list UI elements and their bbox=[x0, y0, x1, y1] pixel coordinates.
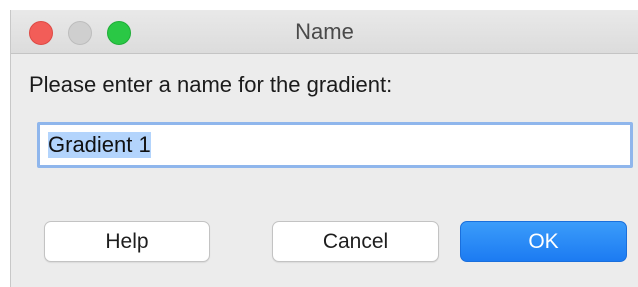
cancel-button[interactable]: Cancel bbox=[272, 221, 439, 262]
ok-button[interactable]: OK bbox=[460, 221, 627, 262]
name-dialog-window: Name Please enter a name for the gradien… bbox=[10, 10, 638, 287]
name-prompt-label: Please enter a name for the gradient: bbox=[29, 72, 393, 97]
title-bar: Name bbox=[11, 10, 638, 54]
gradient-name-input[interactable] bbox=[37, 122, 633, 168]
help-button[interactable]: Help bbox=[44, 221, 210, 262]
window-title: Name bbox=[295, 19, 354, 44]
